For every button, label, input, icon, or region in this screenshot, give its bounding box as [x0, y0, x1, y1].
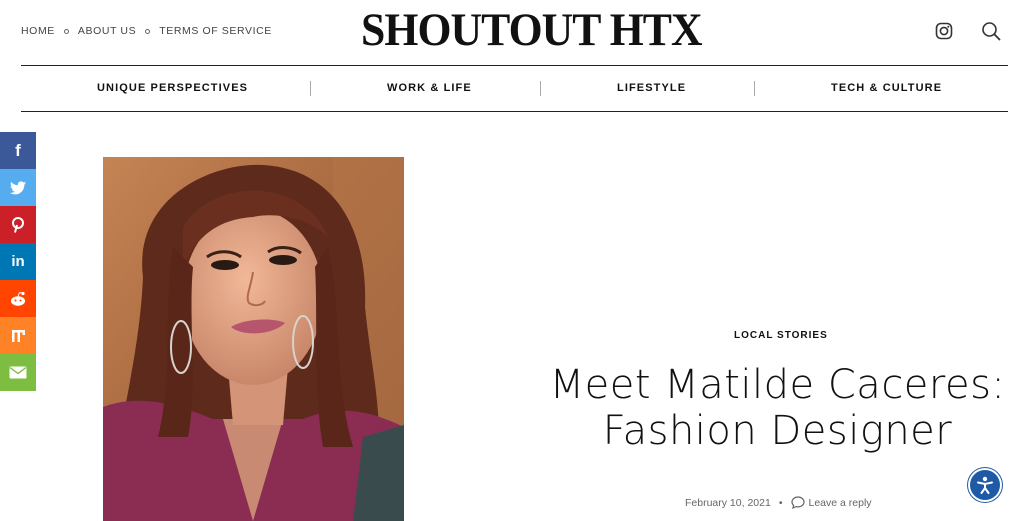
nav-item-lifestyle[interactable]: LIFESTYLE	[617, 82, 686, 94]
linkedin-icon: in	[11, 253, 25, 270]
main-nav: UNIQUE PERSPECTIVES WORK & LIFE LIFESTYL…	[21, 65, 1008, 112]
accessibility-icon	[977, 476, 993, 494]
article-title-line: Fashion Designer	[602, 408, 953, 454]
leave-reply-label: Leave a reply	[808, 496, 872, 509]
nav-divider	[754, 81, 755, 96]
top-link-about[interactable]: ABOUT US	[78, 25, 136, 37]
article-category[interactable]: LOCAL STORIES	[734, 330, 828, 341]
mix-icon	[11, 329, 25, 342]
pinterest-share-button[interactable]	[0, 206, 36, 243]
facebook-icon: f	[15, 140, 21, 160]
nav-item-work-life[interactable]: WORK & LIFE	[387, 82, 472, 94]
leave-reply-link[interactable]: Leave a reply	[790, 496, 872, 509]
top-link-terms[interactable]: TERMS OF SERVICE	[159, 25, 272, 37]
dot-separator	[63, 28, 69, 34]
reddit-share-button[interactable]	[0, 280, 36, 317]
pinterest-icon	[12, 216, 24, 233]
article-date[interactable]: February 10, 2021	[685, 497, 771, 509]
article-hero-image	[103, 157, 404, 521]
mix-share-button[interactable]	[0, 317, 36, 354]
nav-divider	[310, 81, 311, 96]
email-icon	[9, 366, 27, 379]
linkedin-share-button[interactable]: in	[0, 243, 36, 280]
meta-separator: •	[778, 496, 783, 509]
dot-separator	[145, 28, 151, 34]
nav-item-tech-culture[interactable]: TECH & CULTURE	[831, 82, 942, 94]
email-share-button[interactable]	[0, 354, 36, 391]
nav-item-unique-perspectives[interactable]: UNIQUE PERSPECTIVES	[97, 82, 248, 94]
facebook-share-button[interactable]: f	[0, 132, 36, 169]
search-icon[interactable]	[980, 20, 1002, 42]
article-title-line: Meet Matilde Caceres:	[549, 362, 1006, 408]
article-title: Meet Matilde Caceres: Fashion Designer	[535, 362, 1020, 454]
reddit-icon	[11, 291, 25, 306]
twitter-share-button[interactable]	[0, 169, 36, 206]
site-logo[interactable]: SHOUTOUT HTX	[361, 4, 703, 56]
article-meta: February 10, 2021 • Leave a reply	[685, 496, 872, 509]
social-share-bar: f in	[0, 132, 36, 391]
top-link-home[interactable]: HOME	[21, 25, 55, 37]
accessibility-button[interactable]	[970, 470, 1000, 500]
nav-divider	[540, 81, 541, 96]
twitter-icon	[10, 180, 26, 194]
comment-icon	[790, 496, 805, 509]
top-links: HOME ABOUT US TERMS OF SERVICE	[21, 25, 272, 37]
instagram-icon[interactable]	[933, 20, 955, 42]
